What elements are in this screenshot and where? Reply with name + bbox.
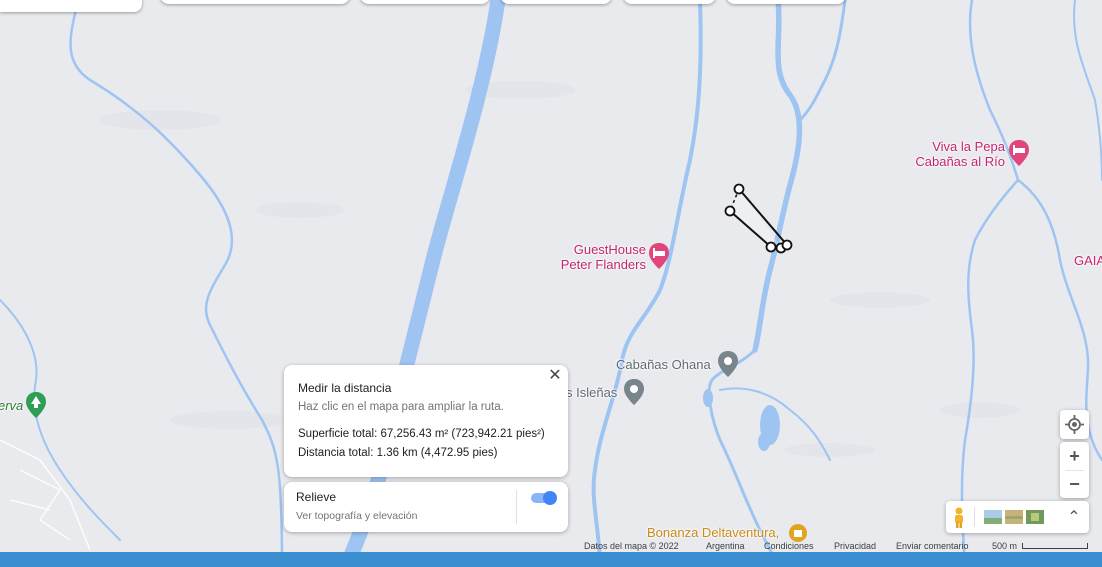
location-pin-icon[interactable] bbox=[623, 378, 645, 406]
close-icon[interactable]: ✕ bbox=[546, 367, 564, 385]
privacy-link[interactable]: Privacidad bbox=[834, 540, 876, 552]
relief-title: Relieve bbox=[296, 490, 337, 504]
poi-label: Bonanza Deltaventura, bbox=[647, 525, 780, 540]
measure-subtitle: Haz clic en el mapa para ampliar la ruta… bbox=[298, 401, 504, 413]
bed-icon[interactable] bbox=[648, 242, 670, 270]
search-box[interactable] bbox=[0, 0, 142, 12]
river-east bbox=[752, 0, 803, 353]
scale-bar bbox=[1022, 543, 1088, 549]
attribution-map-data: Datos del mapa © 2022 bbox=[584, 541, 679, 551]
relief-layer-card[interactable]: Relieve Ver topografía y elevación bbox=[284, 482, 568, 532]
expand-icon[interactable]: ⌃ bbox=[1066, 507, 1082, 527]
stream-east-1 bbox=[798, 0, 847, 122]
relief-subtitle: Ver topografía y elevación bbox=[296, 510, 418, 522]
poi-label: Cabañas Ohana bbox=[616, 357, 711, 372]
poi-guesthouse[interactable]: GuestHouse Peter Flanders bbox=[546, 242, 646, 272]
poi-reserva[interactable]: erva bbox=[0, 398, 23, 413]
zoom-controls: + − bbox=[1060, 442, 1089, 498]
scale-label[interactable]: 500 m bbox=[992, 540, 1017, 552]
poi-label-line2: Peter Flanders bbox=[560, 257, 646, 272]
measure-total-area: Superficie total: 67,256.43 m² (723,942.… bbox=[298, 428, 545, 440]
bed-icon[interactable] bbox=[1008, 139, 1030, 167]
measure-title: Medir la distancia bbox=[298, 381, 392, 395]
terms-link[interactable]: Condiciones bbox=[764, 540, 814, 552]
stream-west bbox=[69, 0, 284, 567]
measure-vertex bbox=[781, 239, 793, 251]
feedback-link[interactable]: Enviar comentario bbox=[896, 540, 969, 552]
category-chip[interactable] bbox=[500, 0, 612, 4]
poi-cabanas-ohana[interactable]: Cabañas Ohana bbox=[616, 357, 711, 372]
attribution-country[interactable]: Argentina bbox=[706, 540, 745, 552]
stream-sw bbox=[0, 299, 121, 541]
poi-bonanza[interactable]: Bonanza Deltaventura, bbox=[647, 525, 779, 540]
tree-icon[interactable] bbox=[25, 391, 47, 419]
poi-label: erva bbox=[0, 398, 24, 413]
bottom-strip bbox=[0, 552, 1102, 567]
river-central bbox=[591, 0, 703, 567]
poi-label-line2: Cabañas al Río bbox=[915, 154, 1005, 169]
stream-east-2 bbox=[960, 0, 1020, 567]
measure-vertex bbox=[765, 241, 777, 253]
poi-label-line1: Viva la Pepa bbox=[932, 139, 1005, 154]
measure-distance-panel: Medir la distancia Haz clic en el mapa p… bbox=[284, 365, 568, 477]
divider bbox=[516, 490, 517, 524]
category-chip[interactable] bbox=[360, 0, 490, 4]
my-location-button[interactable] bbox=[1060, 410, 1089, 439]
layers-thumbnail-icon[interactable] bbox=[984, 509, 1044, 525]
category-chip[interactable] bbox=[726, 0, 846, 4]
category-chip[interactable] bbox=[160, 0, 350, 4]
location-pin-icon[interactable] bbox=[717, 350, 739, 378]
pegman-icon[interactable] bbox=[952, 507, 966, 528]
my-location-icon bbox=[1065, 415, 1084, 434]
poi-gaia[interactable]: GAIA bbox=[1074, 253, 1102, 268]
poi-label: GAIA bbox=[1074, 253, 1102, 268]
divider bbox=[974, 507, 975, 527]
measure-vertex bbox=[724, 205, 736, 217]
zoom-out-button[interactable]: − bbox=[1060, 471, 1089, 498]
poi-label: s Isleñas bbox=[566, 385, 618, 400]
poi-label-line1: GuestHouse bbox=[573, 242, 646, 257]
relief-toggle-switch[interactable] bbox=[530, 490, 558, 506]
poi-islenas[interactable]: s Isleñas bbox=[566, 385, 617, 400]
zoom-in-button[interactable]: + bbox=[1060, 442, 1089, 470]
category-chip[interactable] bbox=[623, 0, 716, 4]
measure-vertex bbox=[733, 183, 745, 195]
layers-bar[interactable]: ⌃ bbox=[946, 501, 1089, 533]
stream-east-4 bbox=[1073, 0, 1102, 181]
measure-total-distance: Distancia total: 1.36 km (4,472.95 pies) bbox=[298, 447, 498, 459]
poi-viva-la-pepa[interactable]: Viva la Pepa Cabañas al Río bbox=[900, 139, 1005, 169]
